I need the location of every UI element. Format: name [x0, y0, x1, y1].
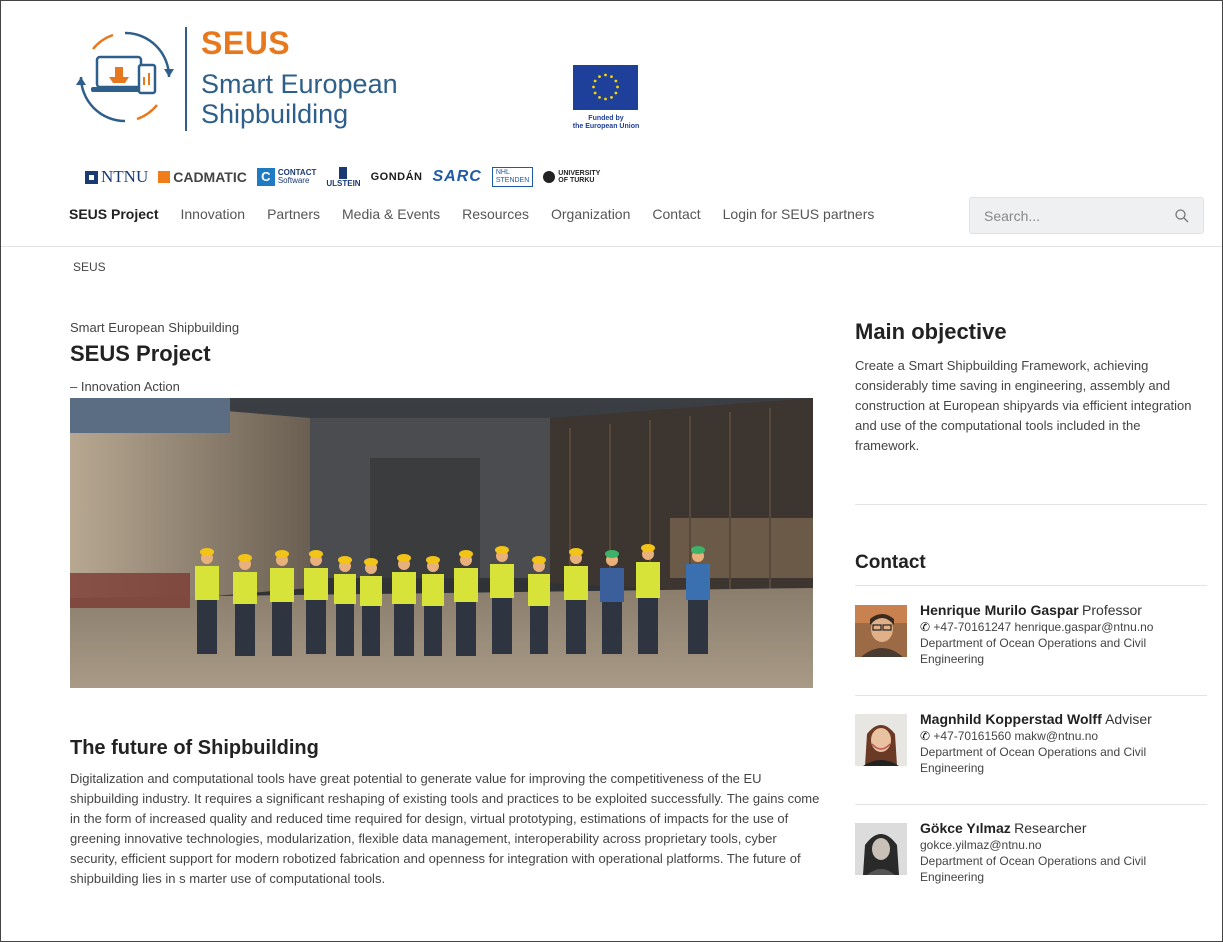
seus-logo[interactable]: SEUS Smart European Shipbuilding	[73, 21, 433, 136]
contact-name[interactable]: Magnhild Kopperstad Wolff	[920, 711, 1102, 727]
logo-name-line2: Shipbuilding	[201, 99, 349, 129]
breadcrumb[interactable]: SEUS	[73, 260, 106, 274]
partner-contact-logo[interactable]: C CONTACT Software	[256, 168, 316, 186]
contact-email[interactable]: henrique.gaspar@ntnu.no	[1015, 620, 1154, 634]
contact-mark-icon: C	[256, 168, 275, 186]
phone-icon: ✆	[920, 620, 931, 634]
partner-sarc-logo[interactable]: SARC	[432, 168, 481, 186]
partner-cadmatic-logo[interactable]: CADMATIC	[158, 169, 247, 185]
partner-gondan-label: GONDÁN	[370, 171, 423, 183]
header-divider	[1, 246, 1222, 247]
page-subtitle: Smart European Shipbuilding	[70, 320, 240, 335]
section-title-future: The future of Shipbuilding	[70, 737, 319, 759]
sidebar-divider	[855, 504, 1207, 505]
contact-name[interactable]: Henrique Murilo Gaspar	[920, 602, 1079, 618]
nav-item-seus-project[interactable]: SEUS Project	[69, 206, 158, 222]
search-box	[969, 197, 1204, 234]
nav-item-partners[interactable]: Partners	[267, 206, 320, 222]
contact-department[interactable]: Department of Ocean Operations and Civil…	[920, 853, 1210, 885]
contact-card: Magnhild Kopperstad Wolff Adviser ✆ +47-…	[855, 711, 1207, 791]
partner-nhl-stenden-logo[interactable]: NHL STENDEN	[491, 167, 534, 187]
partner-turku-label: UNIVERSITY	[558, 170, 601, 177]
partner-ntnu-logo[interactable]: NTNU	[85, 167, 148, 187]
objective-title: Main objective	[855, 319, 1007, 344]
page-title: SEUS Project	[70, 341, 211, 366]
nav-item-innovation[interactable]: Innovation	[180, 206, 245, 222]
contact-phone[interactable]: +47-70161247	[933, 620, 1011, 634]
partner-nhl-label: NHL	[495, 169, 510, 176]
partner-turku-sub: OF TURKU	[558, 177, 595, 184]
logo-acronym: SEUS	[201, 25, 291, 61]
partner-ulstein-logo[interactable]: ULSTEIN	[326, 166, 361, 188]
nav-item-login[interactable]: Login for SEUS partners	[723, 206, 875, 222]
contact-role: Professor	[1082, 602, 1142, 618]
section-body-future: Digitalization and computational tools h…	[70, 771, 820, 886]
partner-gondan-logo[interactable]: GONDÁN	[371, 171, 423, 183]
avatar[interactable]	[855, 714, 907, 766]
nav-item-organization[interactable]: Organization	[551, 206, 630, 222]
search-input[interactable]	[984, 206, 1164, 226]
eu-flag-icon	[573, 65, 638, 110]
logo-name-line1: Smart European	[201, 69, 398, 99]
contact-title: Contact	[855, 552, 926, 573]
partner-nhl-sub: STENDEN	[495, 177, 530, 184]
partner-contact-sub: Software	[277, 176, 310, 185]
partner-turku-logo[interactable]: UNIVERSITY OF TURKU	[543, 170, 600, 184]
contact-email[interactable]: gokce.yilmaz@ntnu.no	[920, 837, 1210, 853]
contact-info: Henrique Murilo Gaspar Professor ✆ +47-7…	[920, 602, 1210, 667]
logo-divider	[185, 27, 187, 131]
objective-body: Create a Smart Shipbuilding Framework, a…	[855, 358, 1192, 453]
cadmatic-mark-icon	[158, 171, 171, 183]
phone-icon: ✆	[920, 729, 931, 743]
search-icon[interactable]	[1174, 208, 1190, 224]
avatar[interactable]	[855, 605, 907, 657]
contact-email[interactable]: makw@ntnu.no	[1015, 729, 1099, 743]
contact-card: Henrique Murilo Gaspar Professor ✆ +47-7…	[855, 602, 1207, 682]
ulstein-mark-icon	[339, 166, 348, 179]
partner-ulstein-label: ULSTEIN	[326, 178, 361, 188]
contact-name[interactable]: Gökce Yılmaz	[920, 820, 1011, 836]
contact-info: Gökce Yılmaz Researcher gokce.yilmaz@ntn…	[920, 820, 1210, 885]
partner-sarc-label: SARC	[432, 168, 482, 185]
contact-divider	[855, 695, 1207, 696]
turku-mark-icon	[543, 171, 556, 183]
contact-divider-top	[855, 585, 1207, 586]
contact-department[interactable]: Department of Ocean Operations and Civil…	[920, 744, 1210, 776]
partner-logos: NTNU CADMATIC C CONTACT Software ULSTEIN…	[85, 163, 600, 191]
contact-divider	[855, 804, 1207, 805]
contact-role: Researcher	[1014, 820, 1087, 836]
nav-item-media-events[interactable]: Media & Events	[342, 206, 440, 222]
contact-role: Adviser	[1105, 711, 1152, 727]
contact-phone[interactable]: +47-70161560	[933, 729, 1011, 743]
avatar[interactable]	[855, 823, 907, 875]
page-frame: SEUS Smart European Shipbuilding Funded …	[0, 0, 1223, 942]
ntnu-mark-icon	[85, 170, 98, 184]
nav-item-contact[interactable]: Contact	[652, 206, 700, 222]
contact-department[interactable]: Department of Ocean Operations and Civil…	[920, 635, 1210, 667]
main-nav: SEUS Project Innovation Partners Media &…	[69, 206, 874, 222]
seus-logo-icon	[76, 31, 174, 123]
page-tagline: – Innovation Action	[70, 379, 180, 394]
partner-cadmatic-label: CADMATIC	[173, 169, 247, 185]
contact-card: Gökce Yılmaz Researcher gokce.yilmaz@ntn…	[855, 820, 1207, 900]
eu-funding-caption: Funded by the European Union	[572, 115, 640, 130]
shipyard-group-photo	[70, 398, 813, 688]
contact-info: Magnhild Kopperstad Wolff Adviser ✆ +47-…	[920, 711, 1210, 776]
partner-ntnu-label: NTNU	[101, 167, 149, 186]
nav-item-resources[interactable]: Resources	[462, 206, 529, 222]
